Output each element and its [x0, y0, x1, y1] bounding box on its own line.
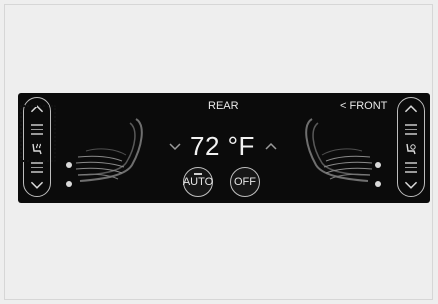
auto-indicator [194, 173, 202, 175]
right-seat-control [397, 97, 425, 197]
right-indicator-dot [375, 181, 381, 187]
front-link[interactable]: < FRONT [340, 100, 387, 112]
chevron-up-icon[interactable] [398, 101, 424, 117]
right-indicator-dot [375, 162, 381, 168]
temperature-display: 72 °F [190, 131, 255, 161]
off-button[interactable]: OFF [230, 167, 260, 197]
left-seat-graphic [75, 118, 143, 182]
auto-button-label: AUTO [182, 176, 214, 188]
left-indicator-dot [66, 162, 72, 168]
climate-control-panel: REAR < FRONT 72 °F AUTO OFF [18, 93, 430, 203]
seat-fan-icon[interactable] [404, 142, 418, 156]
left-indicator-dot [66, 181, 72, 187]
level-bars-icon [405, 124, 417, 138]
auto-button[interactable]: AUTO [183, 167, 213, 197]
chevron-down-icon[interactable] [24, 177, 50, 193]
level-bars-icon [31, 162, 43, 176]
right-seat-graphic [305, 118, 373, 182]
chevron-down-icon[interactable] [398, 177, 424, 193]
temperature-control: 72 °F [168, 129, 288, 163]
level-bars-icon [405, 162, 417, 176]
temperature-up-icon[interactable] [264, 141, 278, 151]
temperature-down-icon[interactable] [168, 141, 182, 151]
off-button-label: OFF [234, 176, 256, 188]
rear-label[interactable]: REAR [208, 100, 239, 112]
highlight-box [20, 105, 56, 162]
